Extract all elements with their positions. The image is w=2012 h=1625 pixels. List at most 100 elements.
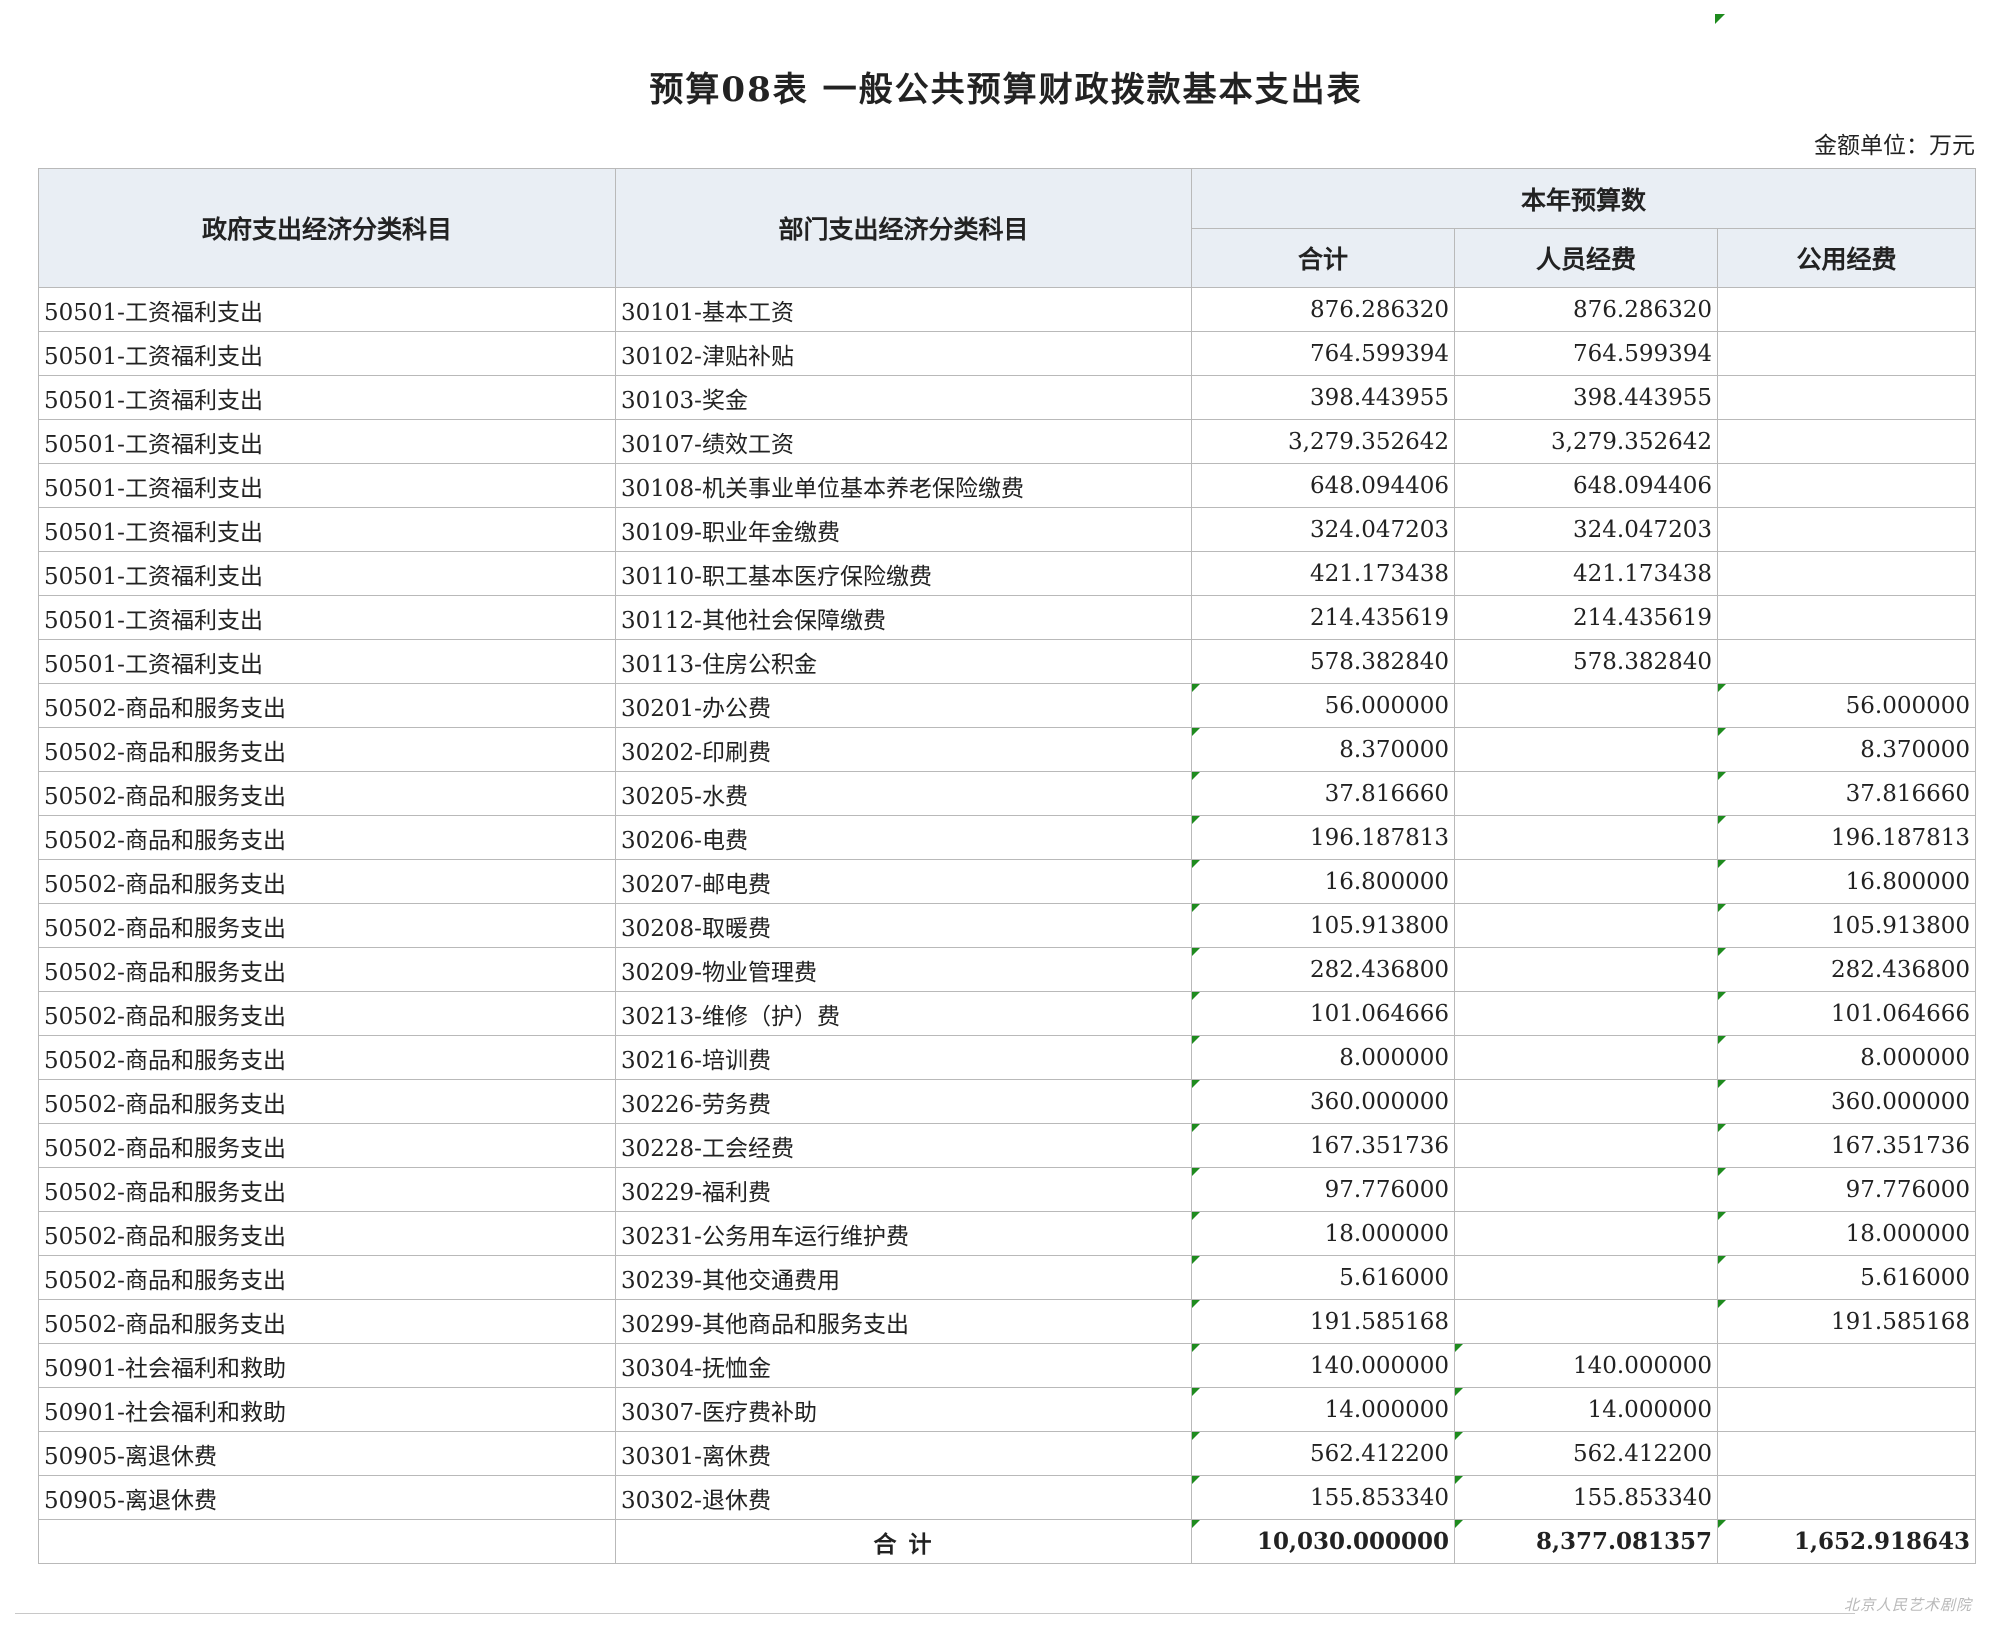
personnel-amount-cell: 324.047203 bbox=[1454, 507, 1718, 552]
personnel-amount-cell bbox=[1454, 1299, 1718, 1344]
dept-category-cell: 30205-水费 bbox=[615, 771, 1192, 816]
dept-category-cell: 30301-离休费 bbox=[615, 1431, 1192, 1476]
public-amount-cell: 360.000000 bbox=[1716, 1079, 1977, 1124]
total-amount-cell: 155.853340 bbox=[1191, 1475, 1455, 1520]
gov-category-cell: 50501-工资福利支出 bbox=[38, 375, 616, 420]
public-amount-cell bbox=[1716, 639, 1977, 684]
table-row: 50502-商品和服务支出 30208-取暖费 105.913800 105.9138… bbox=[38, 903, 1977, 948]
gov-category-cell: 50502-商品和服务支出 bbox=[38, 1211, 616, 1256]
public-amount-cell bbox=[1716, 287, 1977, 332]
dept-category-cell: 30213-维修（护）费 bbox=[615, 991, 1192, 1036]
total-amount-cell: 764.599394 bbox=[1191, 331, 1455, 376]
personnel-amount-cell: 398.443955 bbox=[1454, 375, 1718, 420]
gov-category-cell: 50501-工资福利支出 bbox=[38, 419, 616, 464]
gov-category-cell: 50502-商品和服务支出 bbox=[38, 771, 616, 816]
gov-category-cell: 50502-商品和服务支出 bbox=[38, 903, 616, 948]
dept-category-cell: 30216-培训费 bbox=[615, 1035, 1192, 1080]
table-row: 50502-商品和服务支出 30228-工会经费 167.351736 167.351… bbox=[38, 1123, 1977, 1168]
dept-category-cell: 30103-奖金 bbox=[615, 375, 1192, 420]
personnel-amount-cell bbox=[1454, 859, 1718, 904]
personnel-amount-cell bbox=[1454, 1255, 1718, 1300]
gov-category-cell: 50502-商品和服务支出 bbox=[38, 683, 616, 728]
personnel-amount-cell: 648.094406 bbox=[1454, 463, 1718, 508]
public-amount-cell bbox=[1716, 595, 1977, 640]
dept-category-cell: 30304-抚恤金 bbox=[615, 1343, 1192, 1388]
table-row: 50502-商品和服务支出 30206-电费 196.187813 196.18781… bbox=[38, 815, 1977, 860]
total-amount-cell: 648.094406 bbox=[1191, 463, 1455, 508]
table-row: 50501-工资福利支出 30109-职业年金缴费 324.047203 324.04… bbox=[38, 507, 1977, 552]
total-amount-cell: 876.286320 bbox=[1191, 287, 1455, 332]
total-amount-cell: 167.351736 bbox=[1191, 1123, 1455, 1168]
total-amount-cell: 18.000000 bbox=[1191, 1211, 1455, 1256]
public-amount-cell bbox=[1716, 551, 1977, 596]
personnel-amount-cell bbox=[1454, 1079, 1718, 1124]
personnel-amount-cell bbox=[1454, 1123, 1718, 1168]
gov-category-cell: 50901-社会福利和救助 bbox=[38, 1343, 616, 1388]
dept-category-cell: 30209-物业管理费 bbox=[615, 947, 1192, 992]
grand-personnel-cell: 8,377.081357 bbox=[1454, 1519, 1718, 1564]
public-amount-cell bbox=[1716, 463, 1977, 508]
table-row: 50901-社会福利和救助 30307-医疗费补助 14.000000 14.0000… bbox=[38, 1387, 1977, 1432]
dept-category-cell: 30102-津贴补贴 bbox=[615, 331, 1192, 376]
table-row: 50501-工资福利支出 30103-奖金 398.443955 398.443955 bbox=[38, 375, 1977, 420]
table-row: 50501-工资福利支出 30108-机关事业单位基本养老保险缴费 648.0944… bbox=[38, 463, 1977, 508]
gov-category-cell: 50501-工资福利支出 bbox=[38, 463, 616, 508]
gov-category-cell: 50501-工资福利支出 bbox=[38, 287, 616, 332]
personnel-amount-cell bbox=[1454, 683, 1718, 728]
public-amount-cell: 8.000000 bbox=[1716, 1035, 1977, 1080]
public-amount-cell: 101.064666 bbox=[1716, 991, 1977, 1036]
gov-category-cell: 50501-工资福利支出 bbox=[38, 551, 616, 596]
total-amount-cell: 140.000000 bbox=[1191, 1343, 1455, 1388]
total-amount-cell: 14.000000 bbox=[1191, 1387, 1455, 1432]
total-amount-cell: 37.816660 bbox=[1191, 771, 1455, 816]
personnel-amount-cell: 14.000000 bbox=[1454, 1387, 1718, 1432]
total-amount-cell: 324.047203 bbox=[1191, 507, 1455, 552]
table-row: 50501-工资福利支出 30112-其他社会保障缴费 214.435619 214.… bbox=[38, 595, 1977, 640]
gov-category-cell: 50502-商品和服务支出 bbox=[38, 1299, 616, 1344]
table-row: 50905-离退休费 30301-离休费 562.412200 562.412200 bbox=[38, 1431, 1977, 1476]
public-amount-cell bbox=[1716, 1475, 1977, 1520]
amount-unit: 金额单位：万元 bbox=[1814, 133, 1975, 159]
public-amount-cell: 282.436800 bbox=[1716, 947, 1977, 992]
public-amount-cell bbox=[1716, 1431, 1977, 1476]
gov-category-cell: 50502-商品和服务支出 bbox=[38, 727, 616, 772]
gov-category-cell: 50502-商品和服务支出 bbox=[38, 1167, 616, 1212]
dept-category-cell: 30299-其他商品和服务支出 bbox=[615, 1299, 1192, 1344]
total-amount-cell: 578.382840 bbox=[1191, 639, 1455, 684]
personnel-amount-cell bbox=[1454, 991, 1718, 1036]
gov-category-cell: 50501-工资福利支出 bbox=[38, 639, 616, 684]
table-row: 50501-工资福利支出 30102-津贴补贴 764.599394 764.5993… bbox=[38, 331, 1977, 376]
personnel-amount-cell bbox=[1454, 771, 1718, 816]
total-amount-cell: 8.000000 bbox=[1191, 1035, 1455, 1080]
total-amount-cell: 282.436800 bbox=[1191, 947, 1455, 992]
public-amount-cell: 18.000000 bbox=[1716, 1211, 1977, 1256]
personnel-amount-cell: 140.000000 bbox=[1454, 1343, 1718, 1388]
personnel-amount-cell bbox=[1454, 903, 1718, 948]
dept-category-cell: 30307-医疗费补助 bbox=[615, 1387, 1192, 1432]
gov-category-cell: 50905-离退休费 bbox=[38, 1475, 616, 1520]
col-header-dept: 部门支出经济分类科目 bbox=[615, 168, 1192, 288]
table-row: 50502-商品和服务支出 30299-其他商品和服务支出 191.585168 19… bbox=[38, 1299, 1977, 1344]
table-row: 50901-社会福利和救助 30304-抚恤金 140.000000 140.0000… bbox=[38, 1343, 1977, 1388]
grand-public-cell: 1,652.918643 bbox=[1716, 1519, 1977, 1564]
gov-category-cell: 50502-商品和服务支出 bbox=[38, 991, 616, 1036]
dept-category-cell: 30206-电费 bbox=[615, 815, 1192, 860]
table-row: 50502-商品和服务支出 30207-邮电费 16.800000 16.800000 bbox=[38, 859, 1977, 904]
personnel-amount-cell: 155.853340 bbox=[1454, 1475, 1718, 1520]
gov-category-cell: 50501-工资福利支出 bbox=[38, 595, 616, 640]
col-header-year-budget: 本年预算数 bbox=[1190, 168, 1977, 229]
table-row: 50502-商品和服务支出 30231-公务用车运行维护费 18.000000 18.… bbox=[38, 1211, 1977, 1256]
dept-category-cell: 30101-基本工资 bbox=[615, 287, 1192, 332]
dept-category-cell: 30226-劳务费 bbox=[615, 1079, 1192, 1124]
watermark-seal: 北京人民艺术剧院 bbox=[1843, 1596, 1972, 1614]
public-amount-cell: 196.187813 bbox=[1716, 815, 1977, 860]
public-amount-cell bbox=[1716, 375, 1977, 420]
budget-table: 政府支出经济分类科目 部门支出经济分类科目 本年预算数 合计 人员经费 公用经费… bbox=[38, 168, 1977, 1564]
divider bbox=[15, 1613, 1855, 1614]
total-amount-cell: 398.443955 bbox=[1191, 375, 1455, 420]
personnel-amount-cell: 764.599394 bbox=[1454, 331, 1718, 376]
dept-category-cell: 30229-福利费 bbox=[615, 1167, 1192, 1212]
dept-category-cell: 30113-住房公积金 bbox=[615, 639, 1192, 684]
gov-category-cell: 50501-工资福利支出 bbox=[38, 331, 616, 376]
gov-category-cell: 50502-商品和服务支出 bbox=[38, 859, 616, 904]
